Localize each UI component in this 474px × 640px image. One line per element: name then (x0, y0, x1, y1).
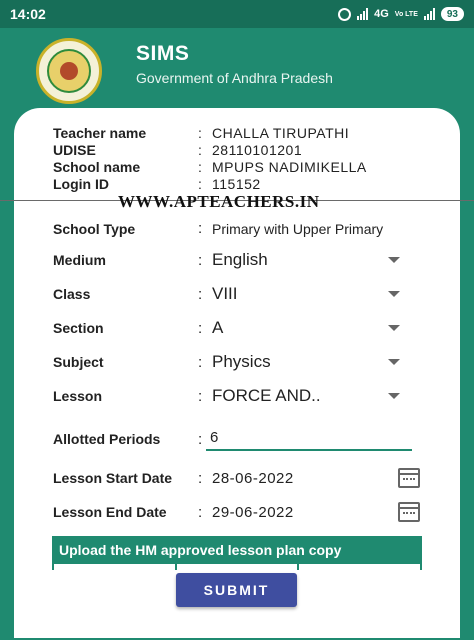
udise-value: 28110101201 (212, 142, 303, 158)
volte-icon: Vo LTE (394, 10, 418, 18)
lesson-row: Lesson : FORCE AND.. (53, 386, 433, 406)
app-header: SIMS Government of Andhra Pradesh (0, 28, 474, 114)
submit-button[interactable]: SUBMIT (176, 573, 297, 607)
section-label: Section (53, 320, 104, 336)
upload-lesson-plan-button[interactable]: Upload the HM approved lesson plan copy (52, 536, 422, 564)
calendar-icon[interactable] (398, 468, 420, 488)
class-label: Class (53, 286, 91, 302)
upload-box-edges (52, 564, 422, 570)
udise-row: UDISE : 28110101201 (53, 142, 303, 158)
medium-value: English (212, 250, 268, 269)
school-type-value: Primary with Upper Primary (212, 220, 384, 237)
login-id-row: Login ID : 115152 (53, 176, 261, 192)
status-bar: 14:02 4G Vo LTE 93 (0, 0, 474, 28)
school-name-value: MPUPS NADIMIKELLA (212, 159, 367, 175)
ap-emblem-logo (36, 38, 102, 104)
network-type: 4G (374, 8, 389, 20)
medium-select[interactable]: English (212, 250, 400, 270)
lesson-select[interactable]: FORCE AND.. (212, 386, 400, 406)
start-date-row: Lesson Start Date : 28-06-2022 (53, 468, 433, 488)
medium-row: Medium : English (53, 250, 433, 270)
watermark-text: WWW.APTEACHERS.IN (118, 192, 320, 211)
subject-select[interactable]: Physics (212, 352, 400, 372)
subject-label: Subject (53, 354, 104, 370)
class-select[interactable]: VIII (212, 284, 400, 304)
status-icons: 4G Vo LTE 93 (338, 7, 464, 21)
school-type-row: School Type : Primary with Upper Primary (53, 220, 384, 237)
teacher-name-row: Teacher name : CHALLA TIRUPATHI (53, 125, 350, 141)
school-type-label: School Type (53, 220, 136, 237)
teacher-name-value: CHALLA TIRUPATHI (212, 125, 350, 141)
school-name-label: School name (53, 159, 141, 175)
lesson-label: Lesson (53, 388, 103, 404)
login-id-value: 115152 (212, 176, 261, 192)
school-name-row: School name : MPUPS NADIMIKELLA (53, 159, 367, 175)
login-id-label: Login ID (53, 176, 109, 192)
caret-down-icon (388, 291, 400, 297)
udise-label: UDISE (53, 142, 96, 158)
allotted-periods-input[interactable]: 6 (206, 427, 412, 451)
start-date-label: Lesson Start Date (53, 470, 173, 486)
end-date-value: 29-06-2022 (212, 503, 294, 521)
teacher-name-label: Teacher name (53, 125, 147, 141)
battery-icon: 93 (440, 7, 464, 21)
section-select[interactable]: A (212, 318, 400, 338)
signal-icon (357, 8, 369, 20)
app-subtitle: Government of Andhra Pradesh (136, 70, 333, 86)
section-value: A (212, 318, 224, 337)
app-title: SIMS (136, 42, 190, 65)
lesson-value: FORCE AND.. (212, 386, 321, 405)
end-date-row: Lesson End Date : 29-06-2022 (53, 502, 433, 522)
start-date-value: 28-06-2022 (212, 469, 294, 487)
caret-down-icon (388, 257, 400, 263)
class-value: VIII (212, 284, 238, 303)
allotted-periods-label: Allotted Periods (53, 431, 161, 447)
end-date-label: Lesson End Date (53, 504, 167, 520)
calendar-icon[interactable] (398, 502, 420, 522)
caret-down-icon (388, 393, 400, 399)
caret-down-icon (388, 325, 400, 331)
medium-label: Medium (53, 252, 106, 268)
subject-row: Subject : Physics (53, 352, 433, 372)
section-row: Section : A (53, 318, 433, 338)
caret-down-icon (388, 359, 400, 365)
subject-value: Physics (212, 352, 271, 371)
allotted-periods-row: Allotted Periods : 6 (53, 427, 433, 451)
signal-icon-2 (423, 8, 435, 20)
status-time: 14:02 (10, 6, 46, 22)
class-row: Class : VIII (53, 284, 433, 304)
alarm-icon (338, 7, 352, 21)
